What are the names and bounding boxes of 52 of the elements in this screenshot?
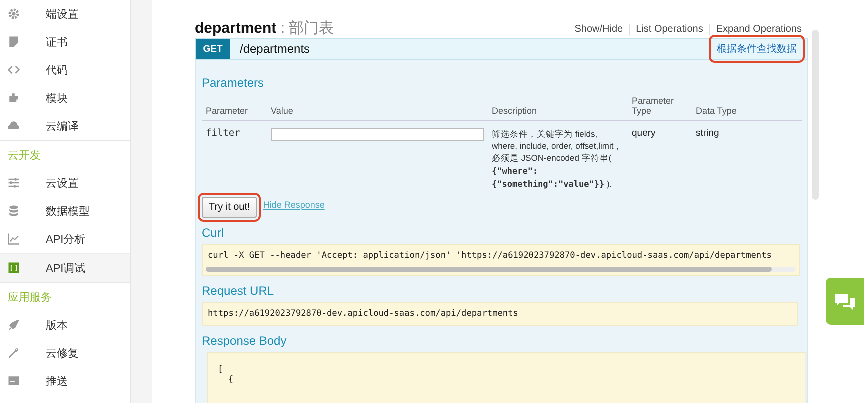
sidebar-item[interactable]: 云修复 [0, 339, 130, 367]
sidebar-item[interactable]: 数据模型 [0, 197, 130, 225]
column-header: Description [488, 94, 628, 120]
sidebar-item[interactable]: 模块 [0, 84, 130, 112]
section-title: Curl [202, 226, 226, 240]
code-icon [7, 63, 21, 77]
method-badge: GET [196, 39, 230, 59]
section-title: Request URL [202, 284, 276, 298]
sidebar-item[interactable]: 云设置 [0, 169, 130, 197]
operation-bar[interactable]: GET /departments 根据条件查找数据 [195, 38, 808, 60]
gear-icon [7, 7, 21, 21]
column-header: Value [267, 94, 488, 120]
header-link[interactable]: List Operations [629, 24, 710, 35]
request-url: https://a6192023792870-dev.apicloud-saas.com/api/departments [202, 302, 798, 326]
sidebar-item[interactable]: 云编译 [0, 112, 130, 140]
puzzle-icon [7, 91, 21, 105]
sidebar-item[interactable]: API调试 [0, 253, 130, 282]
sidebar-item[interactable]: 证书 [0, 28, 130, 56]
chat-icon [834, 292, 856, 312]
sidebar-item[interactable]: 代码 [0, 56, 130, 84]
database-icon [7, 204, 21, 218]
chat-button[interactable] [826, 278, 864, 325]
parameter-name: filter [202, 120, 267, 192]
vertical-scrollbar[interactable] [812, 30, 819, 200]
parameter-description: 筛选条件，关键字为 fields, where, include, order, offset,limit，必须是 JSON-encoded 字符串( {"where": {"something":"value"}} ). [488, 120, 628, 192]
section-heading: 云开发 [0, 140, 130, 169]
wrench-icon [7, 346, 21, 360]
panel-icon [7, 374, 21, 388]
section-title: Parameters [202, 76, 266, 90]
value-field[interactable] [271, 128, 484, 141]
response-body: [ { [207, 352, 807, 403]
sidebar-item[interactable]: 端设置 [0, 0, 130, 28]
column-header: Parameter Type [628, 94, 692, 120]
bracket-icon [7, 261, 21, 275]
sidebar-item[interactable]: 版本 [0, 311, 130, 339]
header-link[interactable]: Expand Operations [709, 24, 808, 35]
column-header: Parameter [202, 94, 267, 120]
resource-title: department : 部门表 [195, 19, 334, 38]
document-icon [7, 35, 21, 49]
header-link[interactable]: Show/Hide [568, 24, 630, 35]
section-heading: 应用服务 [0, 282, 130, 311]
rocket-icon [7, 318, 21, 332]
sidebar-item[interactable]: API分析 [0, 225, 130, 253]
sidebar-item[interactable]: 推送 [0, 367, 130, 395]
horizontal-scrollbar[interactable] [206, 267, 796, 272]
data-type: string [692, 120, 787, 192]
sliders-icon [7, 176, 21, 190]
operation-path: /departments [240, 42, 312, 56]
parameter-type: query [628, 120, 692, 192]
column-header: Data Type [692, 94, 787, 120]
section-title: Response Body [202, 334, 288, 348]
chart-icon [7, 232, 21, 246]
